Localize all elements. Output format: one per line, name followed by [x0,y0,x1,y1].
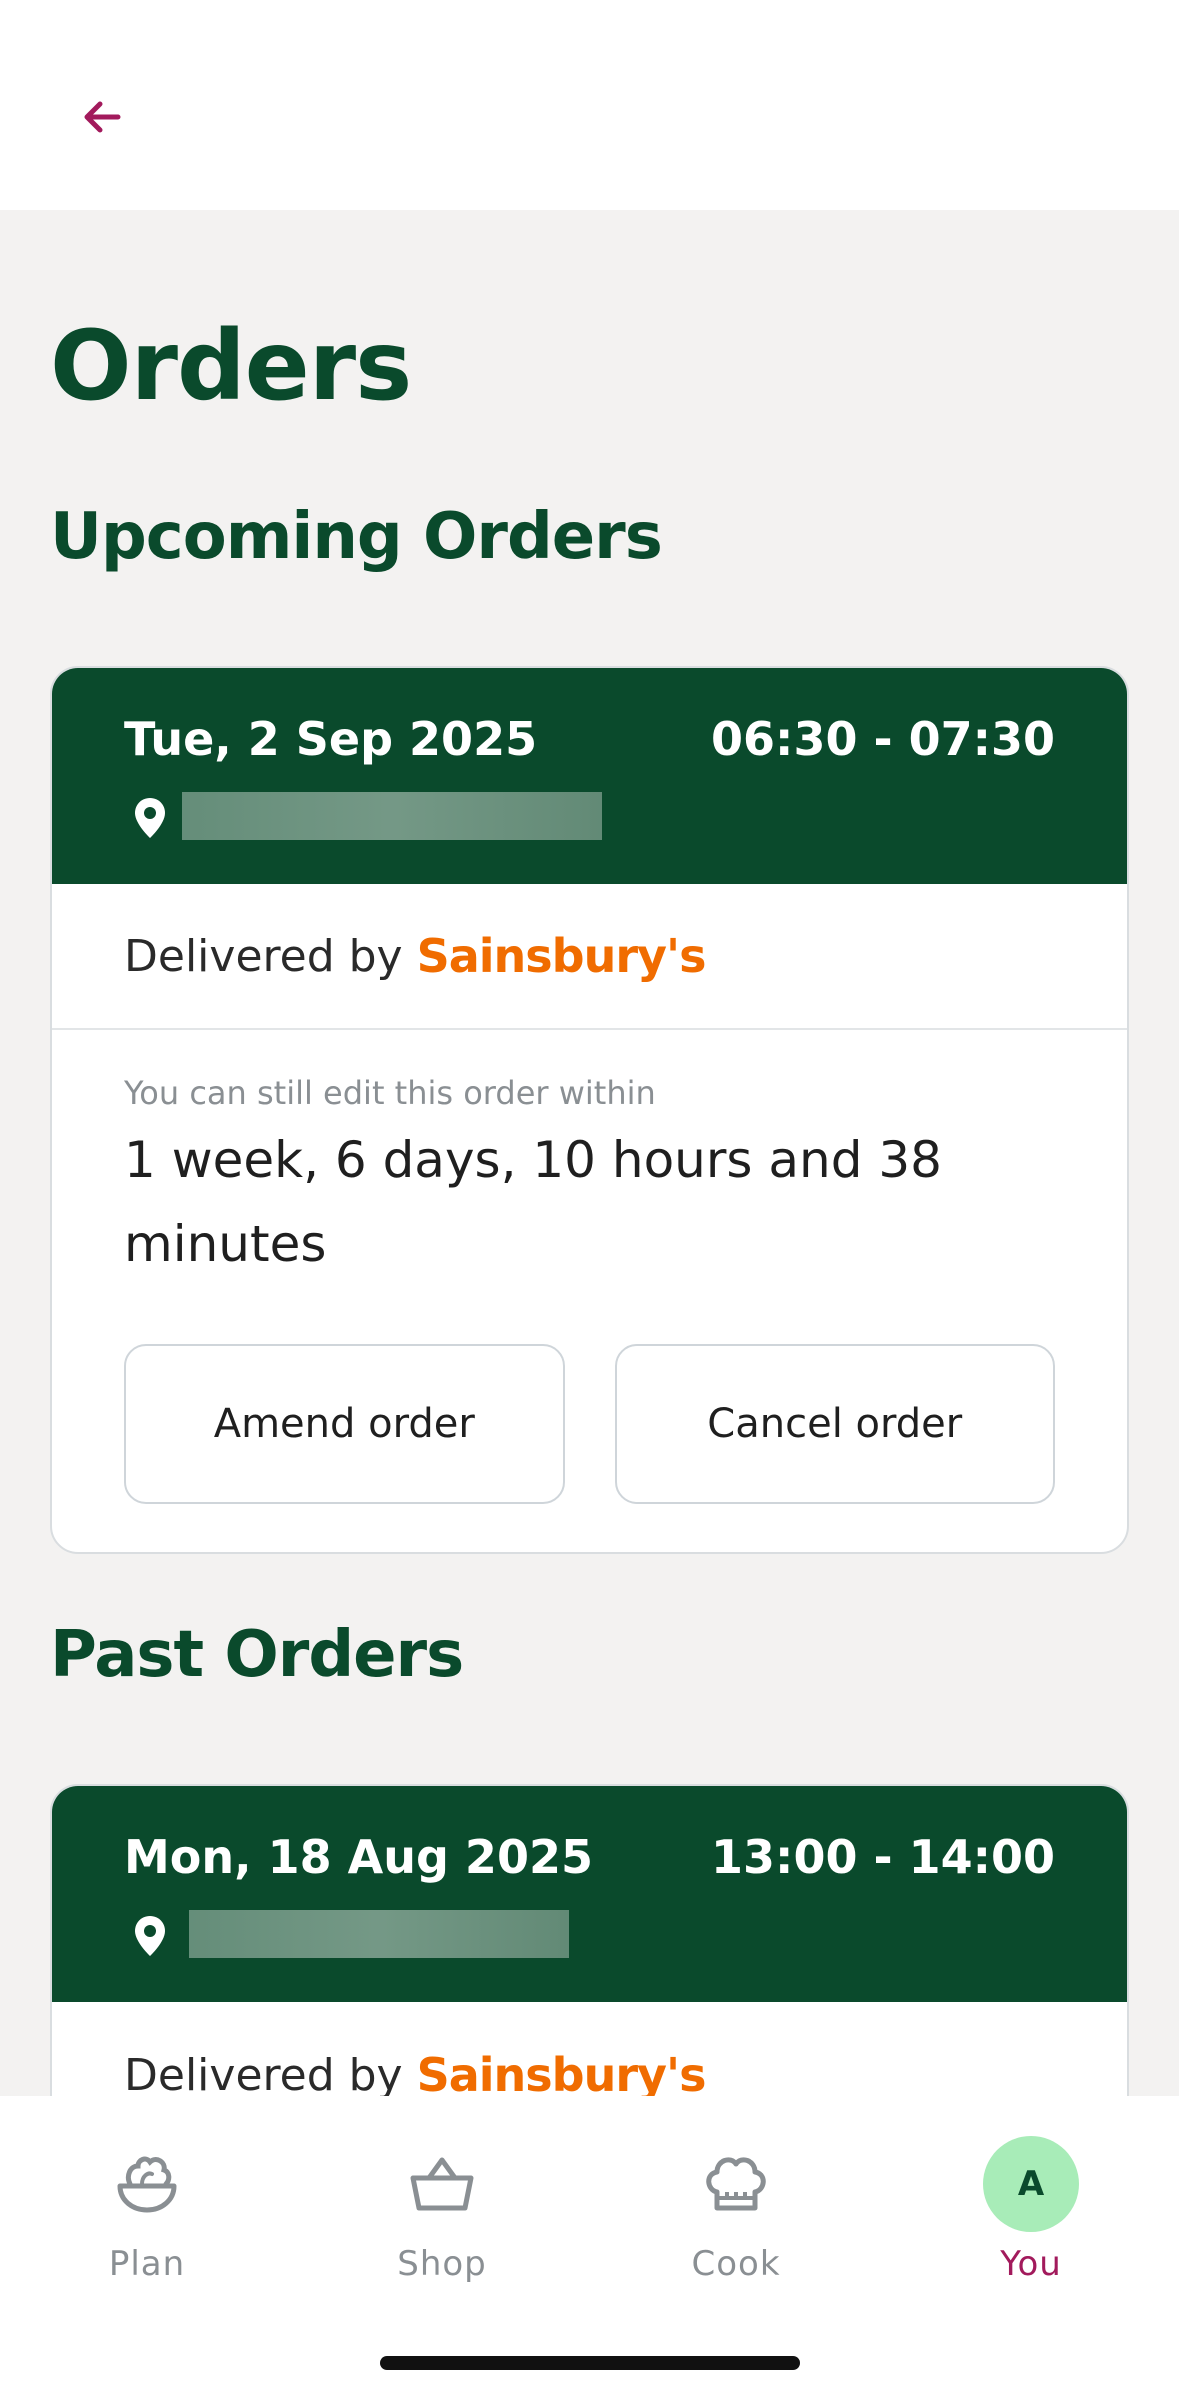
past-order-card[interactable]: Mon, 18 Aug 2025 13:00 - 14:00 Delivered… [50,1784,1129,2144]
order-date: Tue, 2 Sep 2025 [124,712,538,766]
bottom-tab-bar: Plan Shop Cook A You [0,2096,1179,2396]
delivered-by-label: Delivered by [124,930,403,982]
location-pin-icon [135,798,165,838]
order-actions: Amend order Cancel order [124,1344,1055,1504]
tab-label: Shop [397,2244,487,2284]
cancel-order-button[interactable]: Cancel order [614,1344,1055,1504]
top-bar [0,0,1179,210]
amend-order-button[interactable]: Amend order [124,1344,565,1504]
tab-you[interactable]: A You [921,2136,1141,2296]
order-header: Mon, 18 Aug 2025 13:00 - 14:00 [52,1786,1127,2002]
order-time-slot: 13:00 - 14:00 [711,1830,1055,1884]
redacted-address [189,1910,569,1958]
delivered-by-row: Delivered by Sainsbury's [52,884,1127,1030]
order-time-slot: 06:30 - 07:30 [711,712,1055,766]
location-pin-icon [135,1916,165,1956]
avatar: A [983,2136,1079,2232]
edit-window-block: You can still edit this order within 1 w… [52,1030,1127,1552]
tab-shop[interactable]: Shop [332,2136,552,2296]
edit-window-label: You can still edit this order within [124,1074,656,1112]
delivered-by-label: Delivered by [124,2049,403,2101]
order-header: Tue, 2 Sep 2025 06:30 - 07:30 [52,668,1127,884]
upcoming-orders-heading: Upcoming Orders [50,500,663,574]
tab-cook[interactable]: Cook [626,2136,846,2296]
arrow-left-icon [84,101,121,133]
retailer-logo: Sainsbury's [416,929,707,983]
page-title: Orders [50,310,412,422]
order-date: Mon, 18 Aug 2025 [124,1830,593,1884]
salad-bowl-icon [99,2136,195,2232]
tab-label: You [1000,2244,1062,2284]
tab-plan[interactable]: Plan [37,2136,257,2296]
retailer-logo: Sainsbury's [416,2048,707,2102]
home-indicator [380,2356,800,2370]
basket-icon [394,2136,490,2232]
redacted-address [182,792,602,840]
chef-hat-icon [688,2136,784,2232]
past-orders-heading: Past Orders [50,1618,464,1692]
tab-label: Plan [108,2244,186,2284]
upcoming-order-card[interactable]: Tue, 2 Sep 2025 06:30 - 07:30 Delivered … [50,666,1129,1554]
edit-window-remaining: 1 week, 6 days, 10 hours and 38 minutes [124,1131,942,1273]
tab-label: Cook [691,2244,781,2284]
back-button[interactable] [70,85,134,149]
